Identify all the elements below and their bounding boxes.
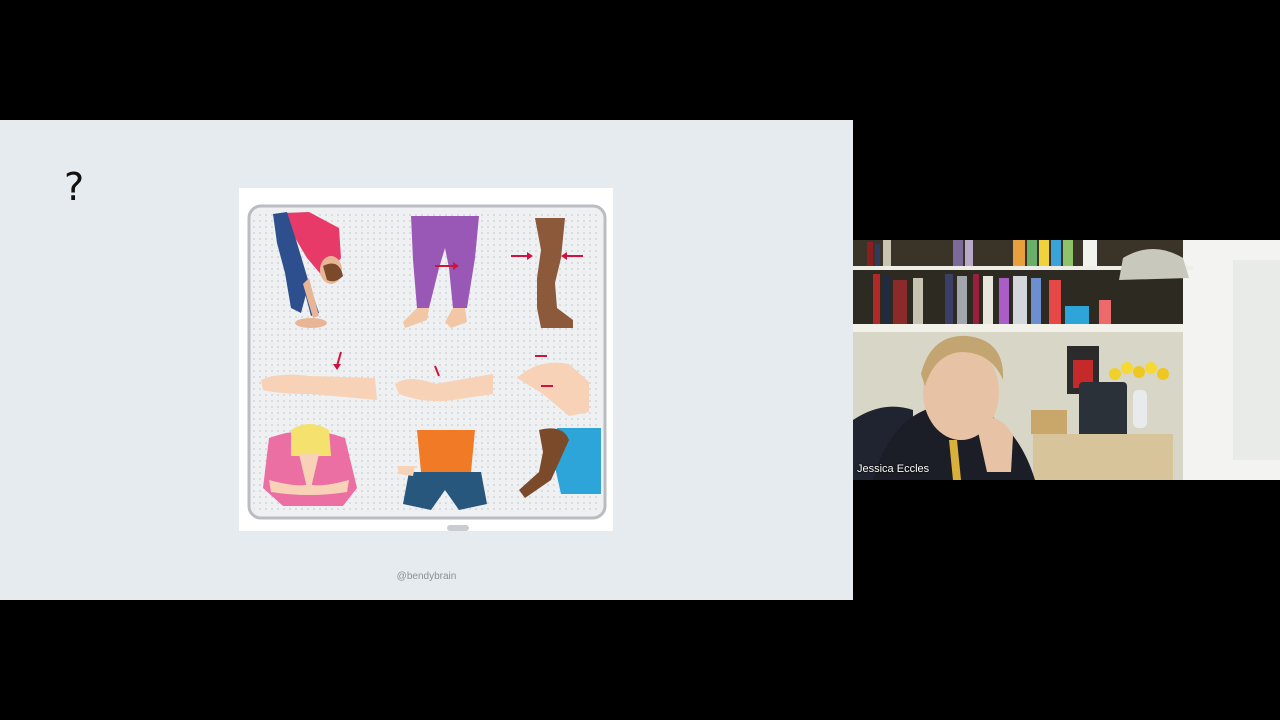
slide-title: ? (64, 165, 85, 209)
illustration-graphic (247, 204, 607, 531)
participant-name-label: Jessica Eccles (857, 463, 930, 475)
shared-slide: ? @bendybrain (0, 120, 853, 600)
participant-video-tile[interactable]: Jessica Eccles (853, 240, 1280, 480)
slide-credit: @bendybrain (396, 571, 457, 582)
laptop (1079, 382, 1127, 442)
webcam-feed (853, 240, 1280, 480)
hypermobility-illustration (239, 188, 613, 531)
